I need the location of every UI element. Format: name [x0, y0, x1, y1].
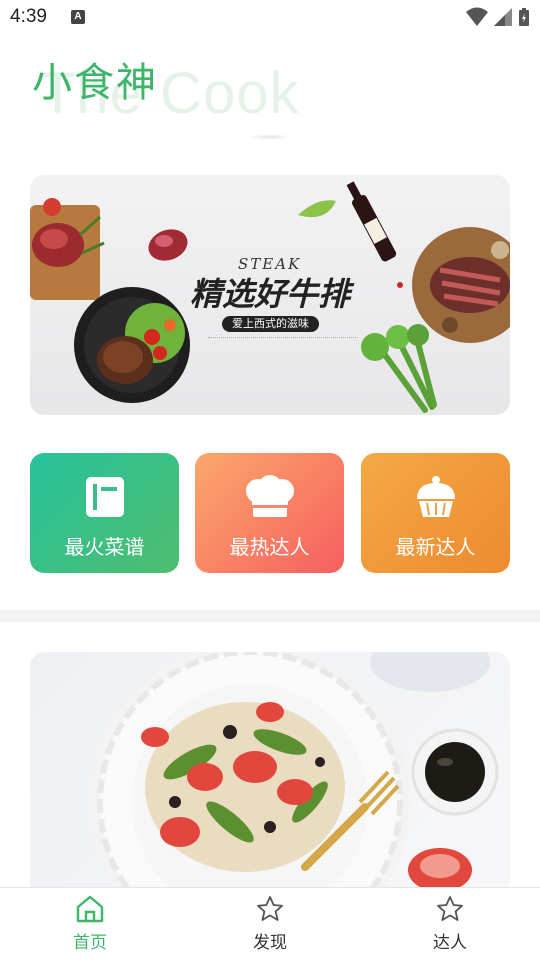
salad-plate-image [90, 652, 499, 892]
meat-piece-image [148, 229, 188, 261]
status-bar: 4:39 A [0, 0, 540, 36]
home-icon [76, 895, 104, 923]
category-hot-experts[interactable]: 最热达人 [195, 453, 344, 573]
category-label: 最火菜谱 [64, 535, 145, 559]
status-icons [465, 6, 530, 27]
category-hot-recipes[interactable]: 最火菜谱 [30, 453, 179, 573]
nav-label: 达人 [433, 933, 467, 953]
nav-discover[interactable]: 发现 [220, 894, 320, 958]
nav-home[interactable]: 首页 [40, 894, 140, 958]
header-shadow [248, 134, 292, 140]
battery-icon [519, 7, 529, 26]
bottom-nav: 首页 发现 达人 [0, 887, 540, 961]
category-label: 最新达人 [395, 535, 476, 559]
nav-experts[interactable]: 达人 [400, 894, 500, 958]
category-label: 最热达人 [229, 535, 310, 559]
signal-icon [493, 7, 512, 26]
notification-icon: A [71, 10, 85, 24]
category-cards: 最火菜谱 最热达人 最新达人 [30, 453, 510, 573]
raw-steak-board-image [30, 198, 105, 300]
celery-image [361, 324, 437, 413]
featured-recipe-photo[interactable] [30, 652, 510, 892]
status-time: 4:39 [10, 6, 47, 27]
app-header: The Cook 小食神 [0, 36, 540, 146]
recipe-book-icon [85, 477, 124, 517]
chef-hat-icon [245, 475, 294, 517]
section-divider [0, 610, 540, 622]
sliced-steak-board-image [412, 227, 510, 343]
banner-title: 精选好牛排 [190, 275, 351, 313]
nav-label: 首页 [73, 933, 107, 953]
banner-divider [208, 337, 358, 340]
steak-banner[interactable]: STEAK 精选好牛排 爱上西式的滋味 [30, 175, 510, 415]
category-new-experts[interactable]: 最新达人 [361, 453, 510, 573]
cupcake-icon [416, 476, 455, 517]
star-icon [257, 896, 283, 921]
leaf-image [298, 200, 336, 218]
star-icon [437, 896, 463, 921]
steak-plate-image [74, 287, 190, 403]
banner-subtitle: 爱上西式的滋味 [222, 316, 319, 332]
wifi-icon [465, 7, 488, 26]
app-title: 小食神 [32, 60, 158, 106]
nav-label: 发现 [253, 933, 287, 953]
wine-bottle-image [346, 181, 397, 262]
